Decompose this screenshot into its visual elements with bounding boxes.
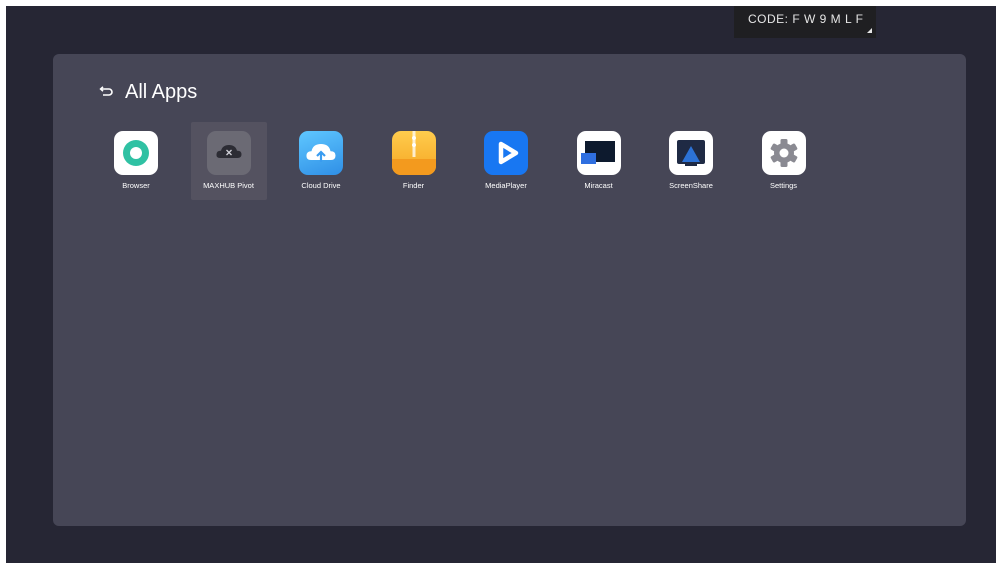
all-apps-panel: All Apps Browser MAXHUB Pivot Cloud Driv…: [53, 54, 966, 526]
app-tile-browser[interactable]: Browser: [98, 122, 174, 200]
code-badge: CODE: F W 9 M L F: [734, 6, 876, 38]
back-header[interactable]: All Apps: [97, 80, 197, 104]
settings-icon: [761, 131, 806, 175]
app-label: Finder: [402, 181, 425, 190]
cloud-drive-icon: [299, 131, 343, 175]
miracast-icon: [576, 131, 621, 175]
media-player-icon: [484, 131, 528, 175]
app-tile-settings[interactable]: Settings: [746, 122, 822, 200]
back-arrow-icon[interactable]: [97, 83, 115, 101]
app-tile-screenshare[interactable]: ScreenShare: [653, 122, 729, 200]
app-tile-cloud-drive[interactable]: Cloud Drive: [283, 122, 359, 200]
screenshare-icon: [669, 131, 713, 175]
page-title: All Apps: [125, 80, 198, 103]
app-grid: Browser MAXHUB Pivot Cloud Drive Finder …: [98, 122, 838, 200]
app-label: Miracast: [584, 181, 613, 190]
corner-triangle-icon: [867, 28, 872, 33]
maxhub-pivot-icon: [206, 131, 251, 175]
code-text: CODE: F W 9 M L F: [748, 12, 864, 26]
screen: CODE: F W 9 M L F All Apps Browser MAXHU…: [6, 6, 996, 563]
app-label: Cloud Drive: [301, 181, 341, 190]
app-label: Browser: [122, 181, 150, 190]
finder-icon: [391, 131, 436, 175]
app-label: ScreenShare: [669, 181, 713, 190]
app-tile-media-player[interactable]: MediaPlayer: [468, 122, 544, 200]
app-label: MAXHUB Pivot: [203, 181, 254, 190]
app-tile-miracast[interactable]: Miracast: [561, 122, 637, 200]
app-label: Settings: [769, 181, 798, 190]
browser-icon: [114, 131, 158, 175]
app-tile-finder[interactable]: Finder: [376, 122, 452, 200]
app-label: MediaPlayer: [485, 181, 527, 190]
app-tile-maxhub-pivot[interactable]: MAXHUB Pivot: [190, 122, 267, 200]
